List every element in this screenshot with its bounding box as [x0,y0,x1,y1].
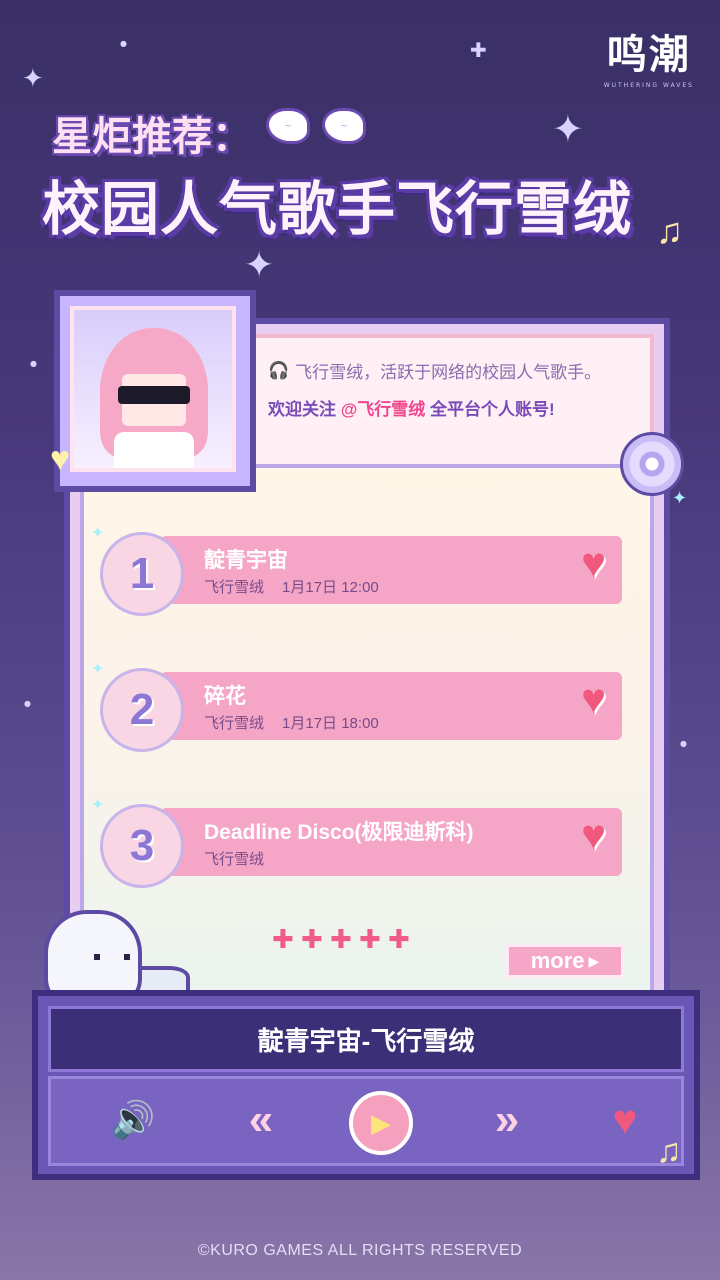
song-title: 靛青宇宙 [204,549,288,572]
pagination-dots: ✚ ✚ ✚ ✚ ✚ [272,924,410,954]
sparkle-icon: ✦ [91,525,105,542]
headphones-icon: 🎧 [268,360,290,380]
follow-handle-link[interactable]: @飞行雪绒 [341,400,426,419]
avatar[interactable] [54,290,256,492]
logo-sub: WUTHERING WAVES [603,82,694,89]
music-note-icon: ♫ [656,210,683,251]
copyright: ©KURO GAMES ALL RIGHTS RESERVED [197,1242,523,1259]
avatar-glasses [118,386,190,404]
rank-number: 1 [129,549,155,598]
next-icon[interactable]: » [477,1095,537,1145]
title-line2: 校园人气歌手飞行雪绒 [42,177,633,242]
cd-disc-icon [620,432,684,496]
game-logo: 鸣潮 WUTHERING WAVES [604,22,694,89]
speaker-icon[interactable]: 🔊 [103,1095,163,1145]
heart-icon[interactable]: ♥ [581,814,606,856]
profile-desc-text: 飞行雪绒，活跃于网络的校园人气歌手。 [295,363,602,382]
wing-icon: ~ [266,108,310,144]
song-item-2[interactable]: ✦ 2 碎花 飞行雪绒 1月17日 18:00 ♥ [91,661,622,752]
heart-icon[interactable]: ♥ [595,1095,655,1145]
play-arrow-icon: ▶ [588,952,600,969]
music-player: 靛青宇宙-飞行雪绒 🔊 « ▶ » ♥ [32,990,700,1180]
avatar-shirt [114,432,194,468]
heart-icon[interactable]: ♥ [581,542,606,584]
title-line1: 星炬推荐： [52,115,252,159]
song-title: Deadline Disco(极限迪斯科) [204,821,474,844]
song-title: 碎花 [204,685,246,708]
rank-number: 3 [129,821,155,870]
heart-decoration-icon: ♥ [50,440,71,478]
player-controls: 🔊 « ▶ » ♥ [48,1076,684,1166]
profile-description: 🎧 飞行雪绒，活跃于网络的校园人气歌手。 欢迎关注 @飞行雪绒 全平台个人账号! [268,358,668,420]
logo-main: 鸣潮 [606,31,691,78]
rank-badge: ✦ 2 [91,661,184,752]
avatar-image [70,306,236,472]
song-item-3[interactable]: ✦ 3 Deadline Disco(极限迪斯科) 飞行雪绒 ♥ [91,797,622,888]
song-artist: 飞行雪绒 [204,851,265,868]
wing-decorations: ~ ~ [266,108,366,144]
more-button[interactable]: more ▶ [506,944,624,978]
follow-suffix: 全平台个人账号! [430,400,555,419]
song-meta: 飞行雪绒 1月17日 18:00 [204,712,379,733]
song-date: 1月17日 18:00 [282,715,379,732]
song-artist: 飞行雪绒 [204,579,265,596]
heart-icon[interactable]: ♥ [581,678,606,720]
seal-eyes [94,954,130,960]
wing-icon: ~ [322,108,366,144]
rank-badge: ✦ 1 [91,525,184,616]
song-meta: 飞行雪绒 [204,848,264,869]
previous-icon[interactable]: « [231,1095,291,1145]
more-label: more [530,948,585,973]
follow-line: 欢迎关注 @飞行雪绒 全平台个人账号! [268,395,668,420]
song-artist: 飞行雪绒 [204,715,265,732]
follow-prefix: 欢迎关注 [268,400,336,419]
sparkle-icon: ✦ [672,488,688,508]
rank-number: 2 [129,685,155,734]
now-playing-title: 靛青宇宙-飞行雪绒 [48,1006,684,1072]
sparkle-icon: ✦ [91,797,105,814]
song-date: 1月17日 12:00 [282,579,379,596]
play-icon[interactable]: ▶ [349,1091,413,1155]
music-note-icon: ♫ [656,1132,682,1170]
song-item-1[interactable]: ✦ 1 靛青宇宙 飞行雪绒 1月17日 12:00 ♥ [91,525,622,616]
rank-badge: ✦ 3 [91,797,184,888]
song-meta: 飞行雪绒 1月17日 12:00 [204,576,379,597]
sparkle-icon: ✦ [91,661,105,678]
profile-desc-line: 🎧 飞行雪绒，活跃于网络的校园人气歌手。 [268,358,668,383]
